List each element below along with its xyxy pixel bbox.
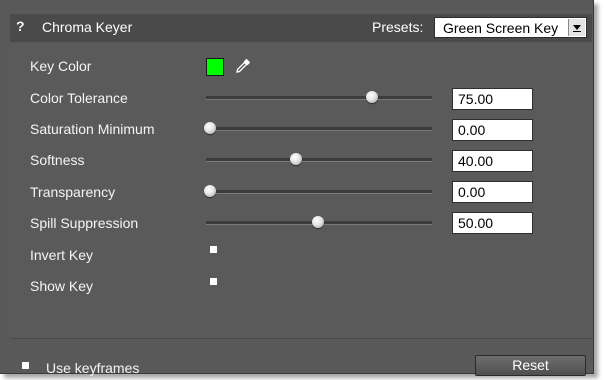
- softness-slider[interactable]: [206, 153, 432, 165]
- spill-suppression-label: Spill Suppression: [30, 215, 139, 231]
- eyedropper-icon[interactable]: [234, 57, 252, 75]
- saturation-minimum-label: Saturation Minimum: [30, 121, 155, 137]
- key-color-label: Key Color: [30, 58, 92, 74]
- key-color-swatch[interactable]: [206, 58, 224, 76]
- footer-divider: [10, 338, 592, 339]
- invert-key-checkbox[interactable]: [210, 246, 217, 253]
- transparency-input[interactable]: 0.00: [452, 181, 533, 203]
- saturation-minimum-slider[interactable]: [204, 122, 432, 134]
- color-tolerance-input[interactable]: 75.00: [452, 88, 533, 110]
- slider-thumb[interactable]: [312, 216, 324, 228]
- presets-dropdown[interactable]: Green Screen Key: [434, 17, 587, 38]
- reset-button[interactable]: Reset: [475, 355, 586, 376]
- panel-header: ? Chroma Keyer Presets: Green Screen Key: [10, 14, 592, 42]
- help-icon[interactable]: ?: [16, 18, 25, 34]
- saturation-minimum-input[interactable]: 0.00: [452, 119, 533, 141]
- slider-thumb[interactable]: [366, 91, 378, 103]
- panel-title: Chroma Keyer: [42, 19, 133, 35]
- dropdown-arrow-icon[interactable]: [568, 19, 585, 36]
- presets-selected-value: Green Screen Key: [443, 20, 559, 36]
- transparency-label: Transparency: [30, 184, 116, 200]
- slider-thumb[interactable]: [204, 185, 216, 197]
- slider-thumb[interactable]: [204, 122, 216, 134]
- spill-suppression-input[interactable]: 50.00: [452, 212, 533, 234]
- spill-suppression-slider[interactable]: [206, 216, 432, 228]
- chroma-keyer-panel: ? Chroma Keyer Presets: Green Screen Key…: [0, 0, 594, 376]
- use-keyframes-checkbox[interactable]: [22, 362, 29, 369]
- softness-input[interactable]: 40.00: [452, 150, 533, 172]
- show-key-checkbox[interactable]: [210, 278, 217, 285]
- show-key-label: Show Key: [30, 278, 94, 294]
- transparency-slider[interactable]: [204, 185, 432, 197]
- panel-footer: Use keyframes Reset: [10, 338, 592, 376]
- color-tolerance-label: Color Tolerance: [30, 90, 128, 106]
- softness-label: Softness: [30, 152, 85, 168]
- color-tolerance-slider[interactable]: [206, 91, 432, 103]
- use-keyframes-label: Use keyframes: [46, 360, 140, 376]
- invert-key-label: Invert Key: [30, 247, 94, 263]
- presets-label: Presets:: [372, 19, 424, 35]
